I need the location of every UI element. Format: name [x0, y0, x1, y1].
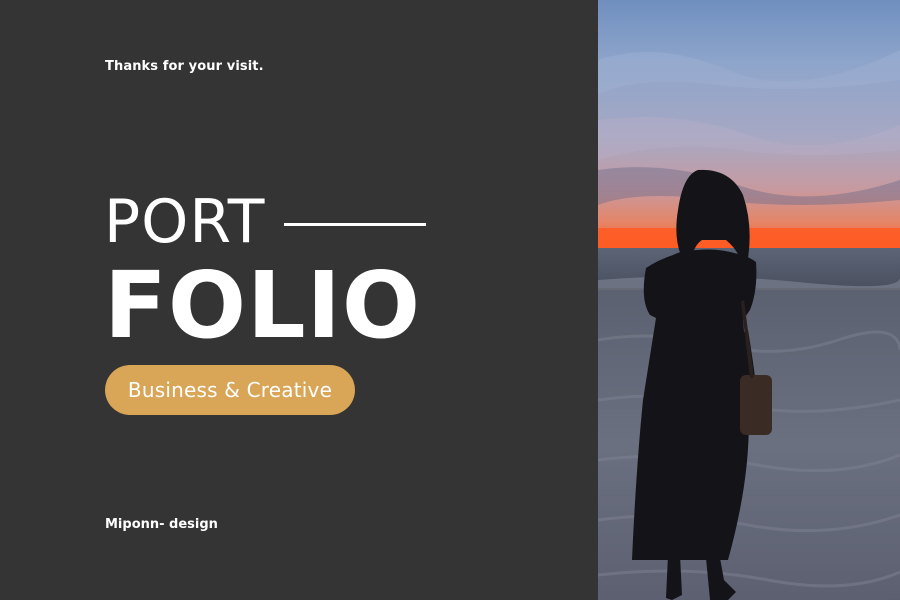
title-port: PORT [104, 187, 266, 257]
brand-name: Miponn- design [105, 517, 218, 532]
cover-photo [598, 0, 900, 600]
title-folio: FOLIO [104, 252, 422, 359]
cover-panel: Thanks for your visit. PORT FOLIO Busine… [0, 0, 598, 600]
tagline: Thanks for your visit. [105, 59, 264, 74]
title-line-port: PORT [104, 188, 265, 256]
beach-sunset-photo [598, 0, 900, 600]
category-badge-label: Business & Creative [127, 378, 333, 402]
title-divider-line [284, 223, 426, 226]
category-badge: Business & Creative [105, 365, 355, 415]
